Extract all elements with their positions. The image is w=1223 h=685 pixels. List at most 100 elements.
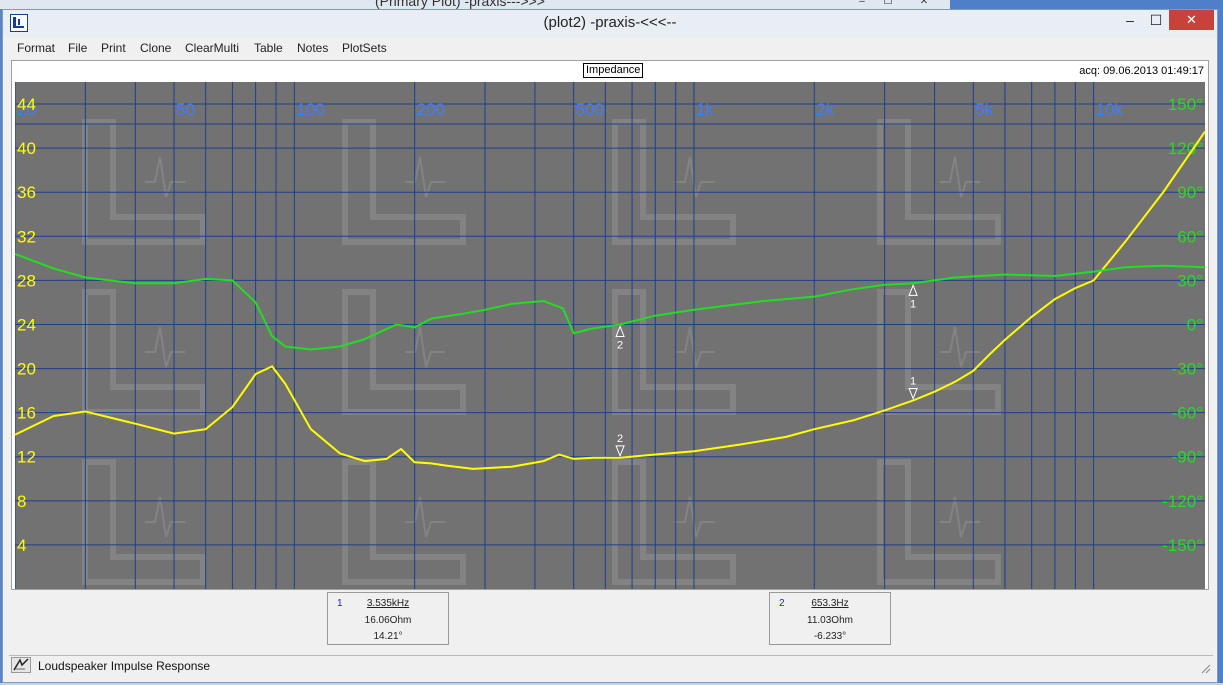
watermark-logo-icon: [342, 119, 466, 245]
status-bar: Loudspeaker Impulse Response: [9, 655, 1213, 675]
window-title: (plot2) -praxis-<<<--: [543, 14, 677, 31]
watermark-shape: [940, 326, 980, 368]
x-tick-label: 2k: [816, 100, 834, 119]
marker-label: 2: [617, 339, 623, 351]
watermark-shape: [675, 156, 715, 198]
watermark-shape: [877, 119, 1001, 245]
impedance-magnitude-line: [14, 131, 1206, 470]
cursor-phase: -6.233°: [813, 631, 847, 642]
watermark-shape: [940, 496, 980, 538]
background-close-icon[interactable]: ✕: [914, 0, 934, 7]
y-left-tick-label: 28: [17, 271, 36, 290]
window-titlebar[interactable]: (plot2) -praxis-<<<-- – ☐ ✕: [3, 10, 1217, 37]
plot-title[interactable]: Impedance: [583, 63, 644, 78]
x-tick-label: 10k: [1096, 100, 1124, 119]
y-right-tick-label: 30°: [1177, 271, 1203, 290]
background-window-titlebar[interactable]: (Primary Plot) -praxis--->>> – ☐ ✕: [0, 0, 950, 9]
menu-clearmulti[interactable]: ClearMulti: [185, 41, 239, 55]
y-right-tick-label: -150°: [1162, 536, 1203, 555]
menu-file[interactable]: File: [68, 41, 87, 55]
watermark-shape: [342, 459, 466, 585]
marker-label: 1: [910, 376, 916, 388]
watermark-logo-icon: [612, 119, 736, 245]
y-axis-left-labels: 4 8 12 16 20 24 28 32 36 40 44: [17, 95, 36, 555]
watermark-shape: [612, 459, 736, 585]
watermark-shape: [612, 289, 736, 415]
chart-grid: [14, 82, 1205, 589]
cursor-frequency[interactable]: 653.3Hz: [770, 598, 890, 609]
x-axis-labels: 20 50 100 200 500 1k 2k 5k 10k: [17, 100, 1124, 119]
y-right-tick-label: -120°: [1162, 492, 1203, 511]
marker-down-icon: [908, 388, 918, 400]
background-minimize-icon[interactable]: –: [852, 0, 872, 7]
watermark-shape: [612, 119, 736, 245]
watermark-logo-icon: [877, 119, 1001, 245]
plot-area: Impedance acq: 09.06.2013 01:49:17 20 50 1…: [11, 60, 1209, 590]
watermark-shape: [877, 459, 1001, 585]
marker-label: 2: [617, 433, 623, 445]
watermark-shape: [342, 289, 466, 415]
cursor-frequency[interactable]: 3.535kHz: [328, 598, 448, 609]
cursor-phase: 14.21°: [373, 631, 403, 642]
y-left-tick-label: 44: [17, 95, 36, 114]
minimize-icon[interactable]: –: [1117, 10, 1143, 30]
background-maximize-icon[interactable]: ☐: [878, 0, 898, 7]
maximize-icon[interactable]: ☐: [1143, 10, 1169, 30]
impedance-phase-line: [14, 252, 1206, 351]
plot2-window: (plot2) -praxis-<<<-- – ☐ ✕ Format File …: [2, 9, 1218, 683]
y-right-tick-label: 90°: [1177, 183, 1203, 202]
y-left-tick-label: 32: [17, 227, 36, 246]
cursor-readout-1: 1 3.535kHz 16.06Ohm 14.21°: [327, 592, 449, 645]
watermark-shape: [675, 326, 715, 368]
watermark-shape: [145, 496, 185, 538]
cursor-impedance: 11.03Ohm: [807, 615, 853, 626]
chart-markers: 1 1 2 2: [615, 283, 918, 458]
x-tick-label: 50: [176, 100, 195, 119]
resize-grip-icon[interactable]: [1199, 662, 1211, 674]
watermark-shape: [145, 156, 185, 198]
chart-series: [14, 131, 1206, 470]
y-left-tick-label: 20: [17, 360, 36, 379]
y-left-tick-label: 12: [17, 448, 36, 467]
y-left-tick-label: 4: [17, 536, 26, 555]
menu-print[interactable]: Print: [101, 41, 126, 55]
impulse-tool-icon[interactable]: [11, 657, 31, 673]
watermark-logo-icon: [612, 289, 736, 415]
x-tick-label: 100: [296, 100, 324, 119]
watermark-shape: [877, 289, 1001, 415]
watermark-logo-icon: [82, 459, 206, 585]
watermark-logo-icon: [877, 459, 1001, 585]
watermark-shape: [342, 119, 466, 245]
x-tick-label: 1k: [696, 100, 714, 119]
marker-label: 1: [910, 298, 916, 310]
impedance-chart-svg[interactable]: 20 50 100 200 500 1k 2k 5k 10k 4 8 12 16 20 24 28 32 36 4…: [14, 82, 1206, 589]
cursor-impedance: 16.06Ohm: [364, 615, 412, 626]
watermark-shape: [82, 119, 206, 245]
x-tick-label: 5k: [975, 100, 993, 119]
menu-plotsets[interactable]: PlotSets: [342, 41, 387, 55]
y-right-tick-label: 60°: [1177, 227, 1203, 246]
watermark-shape: [405, 156, 445, 198]
watermark-logo-icon: [877, 289, 1001, 415]
watermark-shape: [675, 496, 715, 538]
y-right-tick-label: -60°: [1172, 404, 1203, 423]
menu-notes[interactable]: Notes: [297, 41, 328, 55]
close-icon[interactable]: ✕: [1169, 10, 1214, 30]
y-right-tick-label: 150°: [1168, 95, 1203, 114]
y-right-tick-label: -90°: [1172, 448, 1203, 467]
impedance-chart[interactable]: 20 50 100 200 500 1k 2k 5k 10k 4 8 12 16 20 24 28 32 36 4…: [14, 82, 1206, 589]
menu-table[interactable]: Table: [254, 41, 283, 55]
background-watermark: [82, 119, 1001, 585]
watermark-logo-icon: [612, 459, 736, 585]
y-left-tick-label: 16: [17, 404, 36, 423]
menu-clone[interactable]: Clone: [140, 41, 171, 55]
watermark-shape: [405, 496, 445, 538]
marker-down-icon: [615, 445, 625, 458]
watermark-logo-icon: [82, 289, 206, 415]
acquisition-timestamp: acq: 09.06.2013 01:49:17: [1079, 65, 1204, 77]
watermark-shape: [145, 326, 185, 368]
x-tick-label: 500: [576, 100, 604, 119]
cursor-readout-2: 2 653.3Hz 11.03Ohm -6.233°: [769, 592, 891, 645]
menu-format[interactable]: Format: [17, 41, 55, 55]
watermark-logo-icon: [342, 289, 466, 415]
